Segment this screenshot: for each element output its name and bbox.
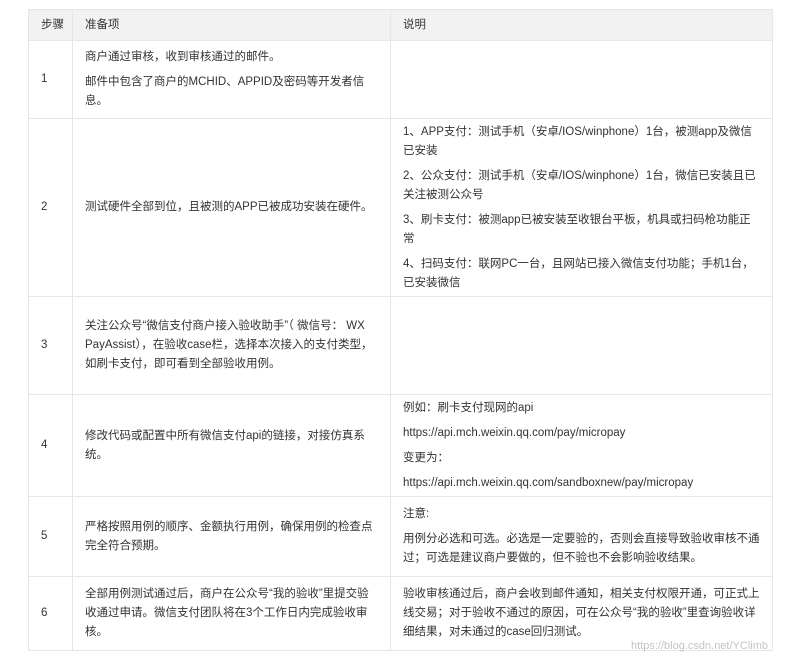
step-cell: 6 [28, 576, 73, 651]
prep-text: 商户通过审核，收到审核通过的邮件。 [85, 51, 281, 63]
note-cell [390, 40, 773, 119]
table-row: 1 商户通过审核，收到审核通过的邮件。 邮件中包含了商户的MCHID、APPID… [28, 40, 773, 119]
prep-cell: 商户通过审核，收到审核通过的邮件。 邮件中包含了商户的MCHID、APPID及密… [72, 40, 391, 119]
note-text: 3、刷卡支付：被测app已被安装至收银台平板，机具或扫码枪功能正常 [403, 213, 751, 245]
step-cell: 5 [28, 496, 73, 577]
step-cell: 4 [28, 394, 73, 497]
prep-text: 严格按照用例的顺序、金额执行用例，确保用例的检查点完全符合预期。 [85, 520, 373, 552]
table-row: 4 修改代码或配置中所有微信支付api的链接，对接仿真系统。 例如：刷卡支付现网… [28, 394, 773, 497]
note-text: 变更为： [403, 451, 449, 464]
note-cell [390, 296, 773, 395]
prep-cell: 测试硬件全部到位，且被测的APP已被成功安装在硬件。 [72, 118, 391, 297]
header-step: 步骤 [28, 9, 73, 41]
api-url-old: https://api.mch.weixin.qq.com/pay/microp… [403, 426, 626, 439]
header-prep: 准备项 [72, 9, 391, 41]
prep-cell: 全部用例测试通过后，商户在公众号“我的验收”里提交验收通过申请。微信支付团队将在… [72, 576, 391, 651]
header-note: 说明 [390, 9, 773, 41]
acceptance-steps-table: 步骤 准备项 说明 1 商户通过审核，收到审核通过的邮件。 邮件中包含了商户的M… [28, 9, 773, 651]
prep-text: 修改代码或配置中所有微信支付api的链接，对接仿真系统。 [85, 429, 365, 461]
table-header-row: 步骤 准备项 说明 [28, 9, 773, 41]
table-row: 3 关注公众号“微信支付商户接入验收助手”（ 微信号： WX PayAssist… [28, 296, 773, 395]
table-row: 2 测试硬件全部到位，且被测的APP已被成功安装在硬件。 1、APP支付：测试手… [28, 118, 773, 297]
note-text: 注意: [403, 508, 430, 520]
note-text: 2、公众支付：测试手机（安卓/IOS/winphone）1台，微信已安装且已关注… [403, 169, 756, 201]
note-text: 验收审核通过后，商户会收到邮件通知，相关支付权限开通，可正式上线交易；对于验收不… [403, 588, 760, 638]
prep-text: 全部用例测试通过后，商户在公众号“我的验收”里提交验收通过申请。微信支付团队将在… [85, 588, 369, 638]
note-text: 1、APP支付：测试手机（安卓/IOS/winphone）1台，被测app及微信… [403, 125, 752, 157]
step-cell: 2 [28, 118, 73, 297]
prep-text: 关注公众号“微信支付商户接入验收助手”（ 微信号： WX PayAssist），… [85, 320, 373, 370]
api-url-new: https://api.mch.weixin.qq.com/sandboxnew… [403, 476, 694, 489]
note-cell: 例如：刷卡支付现网的api https://api.mch.weixin.qq.… [390, 394, 773, 497]
note-cell: 1、APP支付：测试手机（安卓/IOS/winphone）1台，被测app及微信… [390, 118, 773, 297]
note-text: 4、扫码支付：联网PC一台，且网站已接入微信支付功能；手机1台，已安装微信 [403, 257, 754, 289]
step-cell: 1 [28, 40, 73, 119]
prep-cell: 严格按照用例的顺序、金额执行用例，确保用例的检查点完全符合预期。 [72, 496, 391, 577]
note-text: 例如：刷卡支付现网的api [403, 401, 534, 414]
prep-text: 测试硬件全部到位，且被测的APP已被成功安装在硬件。 [85, 201, 373, 213]
step-cell: 3 [28, 296, 73, 395]
note-text: 用例分必选和可选。必选是一定要验的，否则会直接导致验收审核不通过；可选是建议商户… [403, 533, 760, 564]
prep-cell: 关注公众号“微信支付商户接入验收助手”（ 微信号： WX PayAssist），… [72, 296, 391, 395]
prep-cell: 修改代码或配置中所有微信支付api的链接，对接仿真系统。 [72, 394, 391, 497]
prep-text: 邮件中包含了商户的MCHID、APPID及密码等开发者信息。 [85, 76, 365, 107]
note-cell: 注意: 用例分必选和可选。必选是一定要验的，否则会直接导致验收审核不通过；可选是… [390, 496, 773, 577]
table-row: 5 严格按照用例的顺序、金额执行用例，确保用例的检查点完全符合预期。 注意: 用… [28, 496, 773, 577]
watermark: https://blog.csdn.net/YClimb [631, 640, 768, 652]
